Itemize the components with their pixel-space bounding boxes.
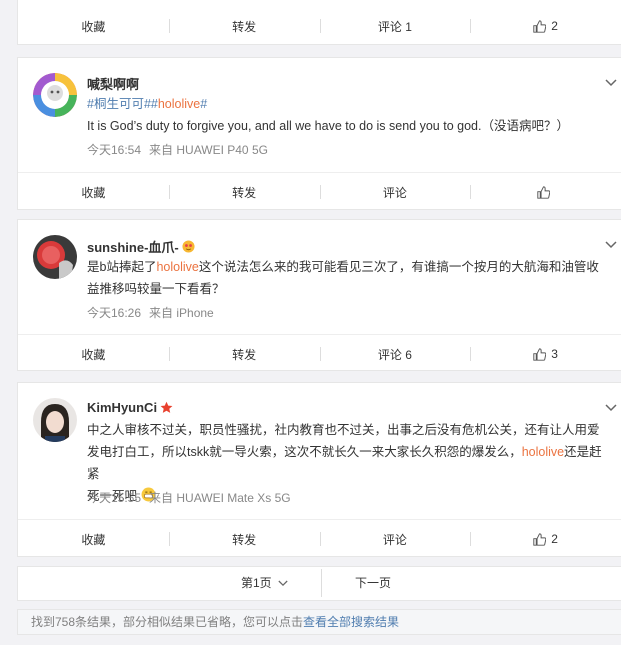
action-bar: 收藏 转发 评论 1 2 (18, 7, 621, 45)
avatar-image (33, 235, 77, 279)
chevron-down-icon[interactable] (605, 241, 617, 249)
view-all-results-link[interactable]: 查看全部搜索结果 (303, 615, 399, 629)
pagination: 第1页 下一页 (17, 566, 621, 601)
avatar-image (33, 398, 77, 442)
next-page-button[interactable]: 下一页 (355, 567, 391, 600)
action-bar: 收藏 转发 评论 (18, 172, 621, 211)
thumbs-up-icon (533, 19, 547, 33)
thumbs-up-icon (533, 347, 547, 361)
weibo-card-0: 收藏 转发 评论 1 2 (17, 0, 621, 45)
chevron-down-icon[interactable] (605, 404, 617, 412)
like-button[interactable]: 3 (470, 335, 621, 373)
post-source: 来自 HUAWEI P40 5G (149, 143, 268, 157)
thumbs-up-icon (533, 532, 547, 546)
repost-button[interactable]: 转发 (168, 335, 320, 373)
post-text: 是b站捧起了hololive这个说法怎么来的我可能看见三次了，有谁搞一个按月的大… (87, 260, 599, 296)
post-source: 来自 HUAWEI Mate Xs 5G (149, 491, 291, 505)
collect-button[interactable]: 收藏 (18, 7, 169, 45)
post-source: 来自 iPhone (149, 306, 214, 320)
username[interactable]: KimHyunCi (87, 400, 173, 415)
collect-button[interactable]: 收藏 (18, 335, 169, 373)
chevron-down-icon[interactable] (605, 79, 617, 87)
like-button[interactable]: 2 (470, 520, 621, 558)
action-bar: 收藏 转发 评论 2 (18, 519, 621, 558)
comment-button[interactable]: 评论 6 (319, 335, 471, 373)
post-time[interactable]: 今天16:54 (87, 143, 141, 157)
keyword-highlight[interactable]: hololive (156, 260, 198, 274)
keyword-highlight[interactable]: hololive (158, 97, 200, 111)
repost-button[interactable]: 转发 (168, 173, 320, 211)
post-meta: 今天16:26 来自 iPhone (87, 304, 214, 321)
post-meta: 今天15:55 来自 HUAWEI Mate Xs 5G (87, 489, 291, 506)
collect-button[interactable]: 收藏 (18, 173, 169, 211)
divider (321, 569, 322, 597)
comment-button[interactable]: 评论 (319, 173, 471, 211)
comment-button[interactable]: 评论 (319, 520, 471, 558)
avatar[interactable] (33, 398, 77, 442)
weibo-card-1: 喊梨啊啊 #桐生可可##hololive# It is God’s duty t… (17, 57, 621, 210)
username[interactable]: sunshine-血爪- (87, 237, 195, 256)
username[interactable]: 喊梨啊啊 (87, 74, 139, 93)
star-badge-icon (160, 401, 173, 413)
repost-button[interactable]: 转发 (168, 7, 320, 45)
like-button[interactable]: 2 (470, 7, 621, 45)
emoji-icon (182, 240, 195, 253)
result-summary: 找到758条结果，部分相似结果已省略，您可以点击查看全部搜索结果 (17, 609, 621, 635)
avatar[interactable] (33, 235, 77, 279)
post-meta: 今天16:54 来自 HUAWEI P40 5G (87, 141, 268, 158)
repost-button[interactable]: 转发 (168, 520, 320, 558)
keyword-highlight[interactable]: hololive (522, 445, 564, 459)
collect-button[interactable]: 收藏 (18, 520, 169, 558)
chevron-down-icon (278, 580, 288, 587)
weibo-card-2: sunshine-血爪- 是b站捧起了hololive这个说法怎么来的我可能看见… (17, 219, 621, 371)
page-select[interactable]: 第1页 (241, 567, 288, 600)
post-time[interactable]: 今天15:55 (87, 491, 141, 505)
weibo-card-3: KimHyunCi 中之人审核不过关，职员性骚扰，社内教育也不过关，出事之后没有… (17, 382, 621, 557)
like-button[interactable] (470, 173, 621, 211)
avatar[interactable] (33, 73, 77, 117)
action-bar: 收藏 转发 评论 6 3 (18, 334, 621, 373)
post-time[interactable]: 今天16:26 (87, 306, 141, 320)
comment-button[interactable]: 评论 1 (319, 7, 471, 45)
post-text: #桐生可可##hololive# It is God’s duty to for… (87, 97, 569, 133)
topic-tag[interactable]: #桐生可可# (87, 97, 151, 111)
avatar-image (33, 73, 77, 117)
thumbs-up-icon (536, 185, 550, 199)
